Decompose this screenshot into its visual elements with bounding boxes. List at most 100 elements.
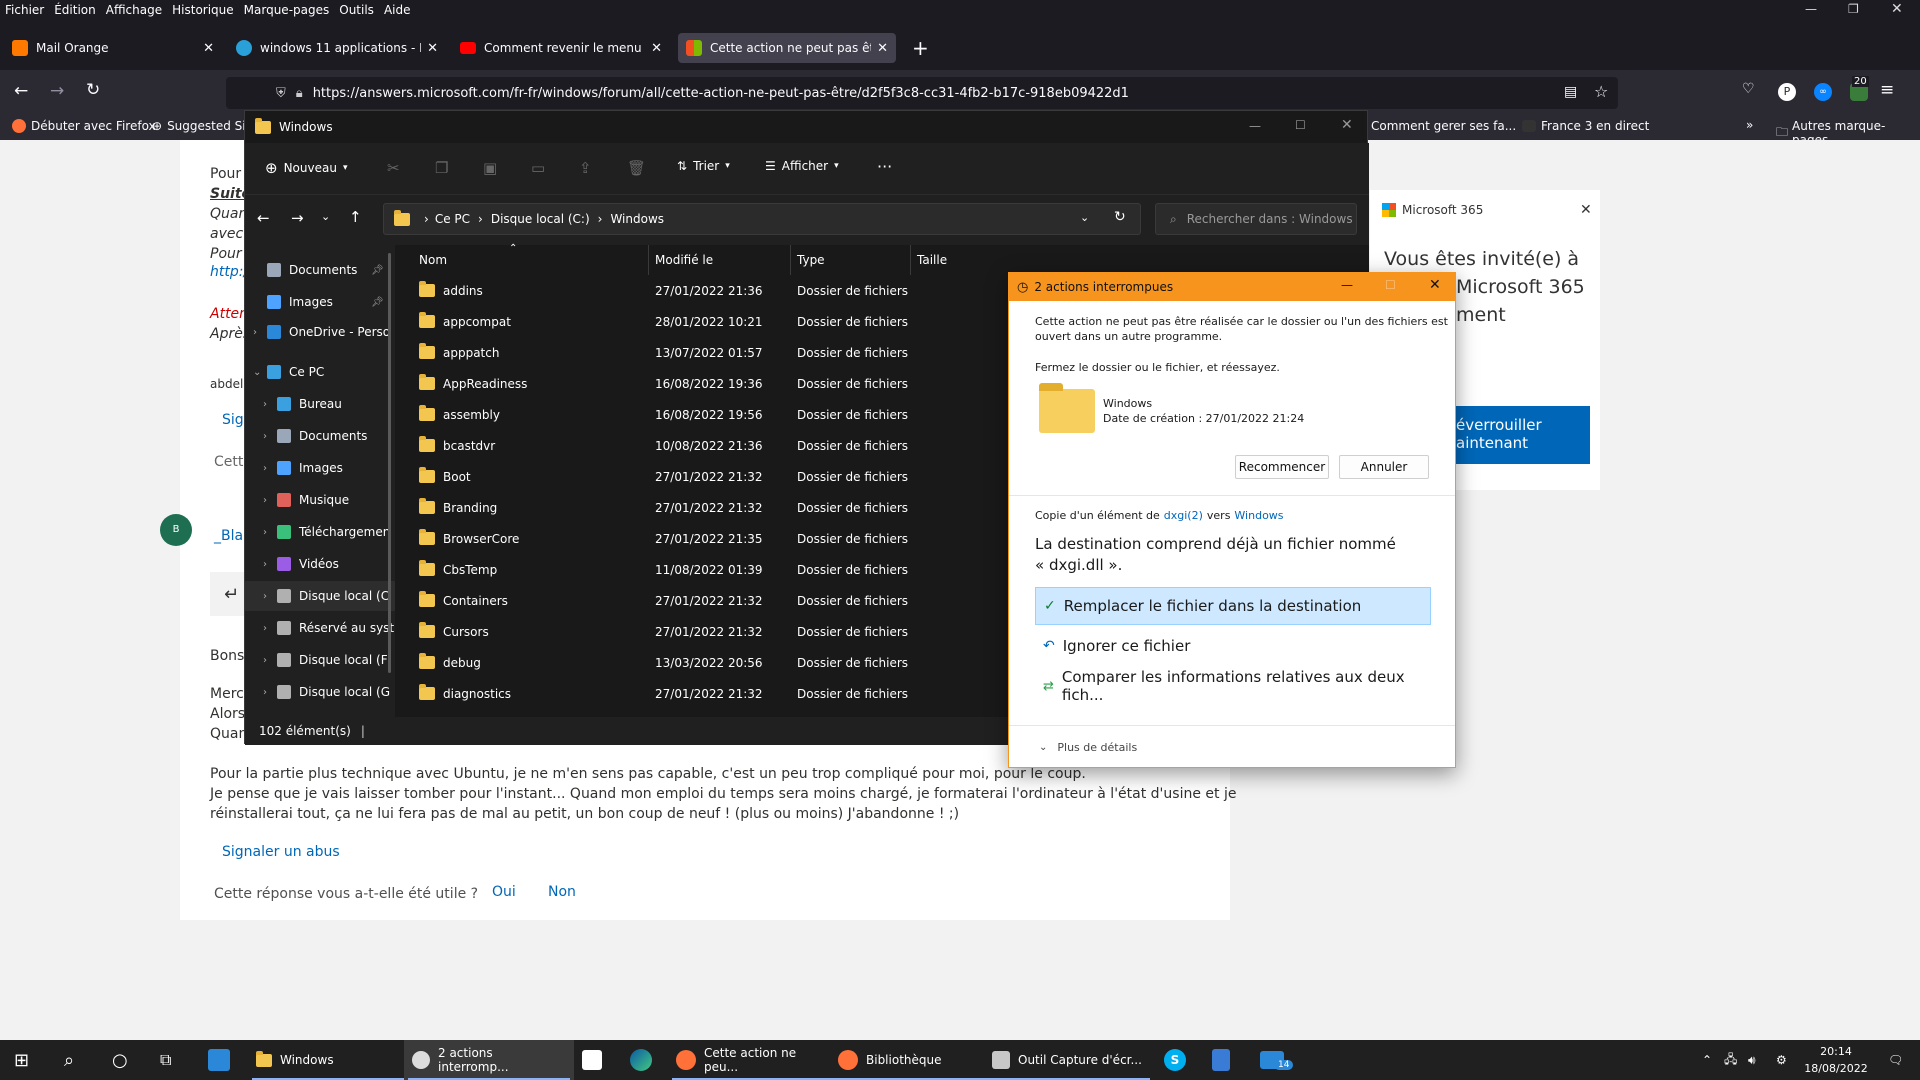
chevron-right-icon[interactable]: › [263, 495, 277, 506]
column-header-type[interactable]: Type [791, 245, 911, 275]
volume-icon[interactable]: 🔊︎ [1740, 1040, 1764, 1080]
view-button[interactable]: ☰ Afficher ▾ [765, 159, 839, 173]
share-icon[interactable]: ⇪ [579, 159, 592, 177]
pin-icon[interactable]: 📌︎ [371, 297, 384, 308]
chevron-right-icon[interactable]: › [263, 431, 277, 442]
nav-item[interactable]: › Images [245, 453, 395, 483]
taskbar-firefox-window[interactable]: Cette action ne peu... [668, 1040, 838, 1080]
helpful-no-link[interactable]: Non [548, 884, 576, 900]
chevron-right-icon[interactable]: › [263, 687, 277, 698]
nav-item[interactable]: › Vidéos [245, 549, 395, 579]
nav-item[interactable]: › Disque local (G [245, 677, 395, 707]
more-details-toggle[interactable]: ⌄ Plus de détails [1039, 741, 1137, 754]
refresh-icon[interactable]: ↻ [1114, 209, 1126, 225]
maximize-icon[interactable]: ☐ [1295, 118, 1306, 132]
retry-button[interactable]: Recommencer [1235, 455, 1329, 479]
taskbar-actions-dialog[interactable]: 2 actions interromp... [404, 1040, 574, 1080]
tracking-shield-icon[interactable]: ⛨ [276, 86, 286, 101]
chevron-right-icon[interactable]: › [263, 591, 277, 602]
task-view-icon[interactable]: ⧉ [152, 1040, 179, 1080]
up-icon[interactable]: ↑ [349, 208, 362, 226]
close-window-icon[interactable]: ✕ [1891, 1, 1903, 17]
bookmark-suggested[interactable]: ⊕ Suggested Sit [152, 119, 250, 133]
nav-item[interactable]: › Disque local (C [245, 581, 395, 611]
skip-option[interactable]: ↶ Ignorer ce fichier [1035, 627, 1431, 665]
more-options-button[interactable]: ··· [877, 157, 892, 176]
minimize-icon[interactable]: — [1341, 278, 1353, 292]
breadcrumb-item[interactable]: Ce PC [435, 212, 470, 226]
menu-aide[interactable]: Aide [384, 3, 411, 17]
tab-windows-forum[interactable]: windows 11 applications - Forum ✕ [228, 33, 446, 63]
forward-icon[interactable]: → [291, 209, 304, 227]
rename-icon[interactable]: ▭ [531, 159, 545, 177]
text-link-fragment[interactable]: http:/ [210, 264, 248, 280]
source-link[interactable]: dxgi(2) [1164, 509, 1203, 522]
bookmark-gerer[interactable]: Comment gerer ses fa... [1354, 119, 1516, 133]
pin-icon[interactable]: 📌︎ [371, 265, 384, 276]
new-button[interactable]: ⊕ Nouveau ▾ [265, 159, 347, 177]
close-tab-icon[interactable]: ✕ [877, 41, 888, 56]
reader-view-icon[interactable]: ▤ [1564, 84, 1577, 100]
nav-item[interactable]: ⌄ Ce PC [245, 357, 395, 387]
url-bar[interactable]: ⛨ 🔒︎ https://answers.microsoft.com/fr-fr… [226, 77, 1618, 109]
notifications-icon[interactable]: 🗨︎ [1880, 1040, 1911, 1080]
nav-item[interactable]: › Téléchargemen [245, 517, 395, 547]
tab-microsoft-answers[interactable]: Cette action ne peut pas être ré ✕ [678, 33, 896, 63]
column-header-size[interactable]: Taille [911, 245, 1031, 275]
breadcrumb-item[interactable]: Windows [610, 212, 664, 226]
start-windows-icon[interactable]: ⊞ [6, 1040, 37, 1080]
chevron-down-icon[interactable]: ⌄ [1080, 211, 1089, 224]
chevron-down-icon[interactable]: ⌄ [253, 367, 267, 378]
close-tab-icon[interactable]: ✕ [651, 41, 662, 56]
nav-item[interactable]: › Documents [245, 421, 395, 451]
nav-item[interactable]: › OneDrive - Perso [245, 317, 395, 347]
nav-item[interactable]: › Bureau [245, 389, 395, 419]
paste-icon[interactable]: ▣ [483, 159, 497, 177]
reload-icon[interactable]: ↻ [86, 80, 100, 100]
search-icon[interactable]: ⌕ [56, 1040, 82, 1080]
taskbar-snipping-tool[interactable]: Outil Capture d'écr... [984, 1040, 1154, 1080]
chevron-more-icon[interactable]: » [1746, 118, 1753, 132]
hamburger-menu-icon[interactable]: ≡ [1880, 80, 1894, 100]
store-icon[interactable] [574, 1040, 610, 1080]
mail-icon[interactable]: 14 [1252, 1040, 1294, 1080]
column-header-name[interactable]: Nom ⌃ [395, 243, 649, 275]
taskbar-library[interactable]: Bibliothèque [830, 1040, 1000, 1080]
forward-icon[interactable]: → [50, 81, 64, 101]
menu-affichage[interactable]: Affichage [106, 3, 162, 17]
url-text[interactable]: https://answers.microsoft.com/fr-fr/wind… [313, 86, 1129, 101]
calculator-icon[interactable] [1204, 1040, 1238, 1080]
close-icon[interactable]: ✕ [1341, 117, 1353, 133]
chevron-down-icon[interactable]: ⌄ [321, 210, 330, 223]
nav-item[interactable]: › Réservé au syst [245, 613, 395, 643]
nav-scrollbar[interactable] [388, 253, 391, 673]
taskbar-explorer[interactable]: Windows [248, 1040, 418, 1080]
copy-icon[interactable]: ❐ [435, 159, 448, 177]
cut-icon[interactable]: ✂ [387, 159, 400, 177]
minimize-icon[interactable]: — [1805, 2, 1817, 16]
chevron-right-icon[interactable]: › [253, 327, 267, 338]
report-abuse-link[interactable]: Signaler un abus [222, 844, 340, 860]
replace-option[interactable]: ✓ Remplacer le fichier dans la destinati… [1035, 587, 1431, 625]
close-tab-icon[interactable]: ✕ [203, 41, 214, 56]
chevron-right-icon[interactable]: › [263, 463, 277, 474]
compare-option[interactable]: ⇄ Comparer les informations relatives au… [1035, 667, 1431, 705]
chevron-right-icon[interactable]: › [263, 623, 277, 634]
close-icon[interactable]: ✕ [1580, 202, 1592, 218]
menu-marque-pages[interactable]: Marque-pages [244, 3, 330, 17]
menu-fichier[interactable]: Fichier [5, 3, 44, 17]
delete-icon[interactable]: 🗑︎ [627, 159, 646, 177]
taskbar-app-icon[interactable] [200, 1040, 238, 1080]
nav-item[interactable]: › Disque local (F: [245, 645, 395, 675]
destination-link[interactable]: Windows [1234, 509, 1283, 522]
edge-icon[interactable] [622, 1040, 660, 1080]
breadcrumb-item[interactable]: Disque local (C:) [491, 212, 590, 226]
chevron-right-icon[interactable]: › [263, 559, 277, 570]
extension-icon[interactable]: ∞ [1814, 83, 1832, 101]
close-tab-icon[interactable]: ✕ [427, 41, 438, 56]
menu-outils[interactable]: Outils [339, 3, 374, 17]
clock[interactable]: 20:14 18/08/2022 [1800, 1043, 1872, 1077]
cancel-button[interactable]: Annuler [1339, 455, 1429, 479]
chevron-right-icon[interactable]: › [263, 655, 277, 666]
helpful-yes-link[interactable]: Oui [492, 884, 516, 900]
